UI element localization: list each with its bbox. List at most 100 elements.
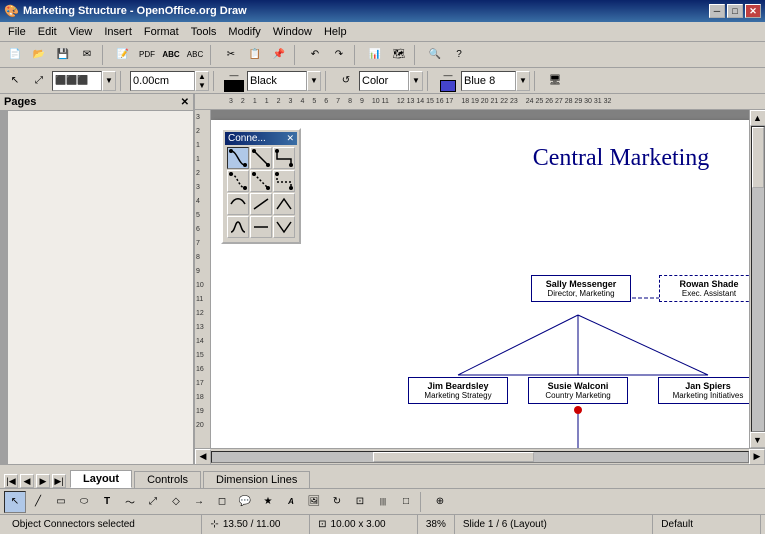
- vscroll-thumb[interactable]: [752, 127, 764, 188]
- save-button[interactable]: 💾: [52, 44, 74, 66]
- tab-dimension-lines[interactable]: Dimension Lines: [203, 471, 310, 488]
- pages-scrollbar[interactable]: [0, 111, 8, 464]
- line-color-value[interactable]: Blue 8: [461, 71, 516, 91]
- monitor-button[interactable]: 🖥: [544, 70, 566, 92]
- transform-button[interactable]: ⤢: [28, 70, 50, 92]
- line-tool-button[interactable]: ╱: [27, 491, 49, 513]
- shadow-button[interactable]: □: [395, 491, 417, 513]
- connector-btn-2[interactable]: [250, 147, 272, 169]
- canvas-scroll[interactable]: Conne... ✕: [211, 110, 749, 448]
- tab-next-button[interactable]: ▶: [36, 474, 50, 488]
- color-name-dropdown[interactable]: Black ▼: [247, 71, 321, 91]
- menu-item-insert[interactable]: Insert: [98, 24, 138, 40]
- new-button[interactable]: 📄: [4, 44, 26, 66]
- tab-order-arrow[interactable]: ▼: [102, 71, 116, 91]
- node-susie[interactable]: Susie Walconi Country Marketing: [528, 377, 628, 404]
- pages-close-button[interactable]: ✕: [181, 97, 189, 108]
- position-field[interactable]: 0.00cm ▲▼: [130, 71, 209, 91]
- select-tool-button[interactable]: ↖: [4, 491, 26, 513]
- menu-item-tools[interactable]: Tools: [185, 24, 223, 40]
- distribute-button[interactable]: |||: [372, 491, 394, 513]
- zoom-button[interactable]: 🔍: [424, 44, 446, 66]
- scroll-down-button[interactable]: ▼: [750, 432, 765, 448]
- color-name-value[interactable]: Black: [247, 71, 307, 91]
- tab-layout[interactable]: Layout: [70, 470, 132, 488]
- rect-tool-button[interactable]: ▭: [50, 491, 72, 513]
- close-button[interactable]: ✕: [745, 4, 761, 18]
- color-type-value[interactable]: Color: [359, 71, 409, 91]
- connector-tool-button[interactable]: ⤢: [142, 491, 164, 513]
- node-sally[interactable]: Sally Messenger Director, Marketing: [531, 275, 631, 302]
- vscroll-track[interactable]: [751, 126, 765, 432]
- connector-btn-9[interactable]: [273, 193, 295, 215]
- node-jan[interactable]: Jan Spiers Marketing Initiatives: [658, 377, 749, 404]
- navigator-button[interactable]: 🗺: [388, 44, 410, 66]
- email-button[interactable]: ✉: [76, 44, 98, 66]
- connector-btn-10[interactable]: [227, 216, 249, 238]
- scroll-up-button[interactable]: ▲: [750, 110, 765, 126]
- vertical-scrollbar[interactable]: ▲ ▼: [749, 110, 765, 448]
- rotate-button[interactable]: ↻: [326, 491, 348, 513]
- menu-item-window[interactable]: Window: [267, 24, 318, 40]
- tab-order-dropdown[interactable]: ⬛⬛⬛ ▼: [52, 71, 116, 91]
- hscroll-thumb[interactable]: [373, 452, 534, 462]
- color-name-arrow[interactable]: ▼: [307, 71, 321, 91]
- menu-item-view[interactable]: View: [63, 24, 99, 40]
- zoom-drawing-button[interactable]: ⊕: [429, 491, 451, 513]
- curve-tool-button[interactable]: 〜: [119, 491, 141, 513]
- paste-button[interactable]: 📌: [268, 44, 290, 66]
- tab-prev-button[interactable]: ◀: [20, 474, 34, 488]
- connector-btn-4[interactable]: [227, 170, 249, 192]
- fontwork-button[interactable]: A: [280, 491, 302, 513]
- menu-item-edit[interactable]: Edit: [32, 24, 63, 40]
- chart-button[interactable]: 📊: [364, 44, 386, 66]
- edit-file-button[interactable]: 📝: [112, 44, 134, 66]
- pdf-button[interactable]: PDF: [136, 44, 158, 66]
- tab-controls[interactable]: Controls: [134, 471, 201, 488]
- from-file-button[interactable]: 🖼: [303, 491, 325, 513]
- color-type-arrow[interactable]: ▼: [409, 71, 423, 91]
- menu-item-format[interactable]: Format: [138, 24, 185, 40]
- spellcheck2-button[interactable]: ABC: [184, 44, 206, 66]
- callout-button[interactable]: 💬: [234, 491, 256, 513]
- stars-button[interactable]: ★: [257, 491, 279, 513]
- open-button[interactable]: 📂: [28, 44, 50, 66]
- text-tool-button[interactable]: T: [96, 491, 118, 513]
- hscroll-track[interactable]: [211, 451, 749, 463]
- line-color-arrow[interactable]: ▼: [516, 71, 530, 91]
- menu-item-file[interactable]: File: [2, 24, 32, 40]
- undo-button[interactable]: ↶: [304, 44, 326, 66]
- position-value[interactable]: 0.00cm: [130, 71, 195, 91]
- connector-btn-7[interactable]: [227, 193, 249, 215]
- node-jim[interactable]: Jim Beardsley Marketing Strategy: [408, 377, 508, 404]
- cut-button[interactable]: ✂: [220, 44, 242, 66]
- connector-toolbar-title[interactable]: Conne... ✕: [225, 132, 297, 145]
- connector-btn-1[interactable]: [227, 147, 249, 169]
- scroll-left-button[interactable]: ◀: [195, 449, 211, 465]
- line-color-dropdown[interactable]: Blue 8 ▼: [461, 71, 530, 91]
- ellipse-tool-button[interactable]: ⬭: [73, 491, 95, 513]
- menu-item-help[interactable]: Help: [318, 24, 353, 40]
- menu-item-modify[interactable]: Modify: [222, 24, 266, 40]
- redo-button[interactable]: ↷: [328, 44, 350, 66]
- color-type-dropdown[interactable]: Color ▼: [359, 71, 423, 91]
- tab-first-button[interactable]: |◀: [4, 474, 18, 488]
- connector-btn-11[interactable]: [250, 216, 272, 238]
- tab-order-value[interactable]: ⬛⬛⬛: [52, 71, 102, 91]
- spellcheck1-button[interactable]: ABC: [160, 44, 182, 66]
- connector-btn-3[interactable]: [273, 147, 295, 169]
- maximize-button[interactable]: □: [727, 4, 743, 18]
- connector-btn-8[interactable]: [250, 193, 272, 215]
- line-style-btn[interactable]: —: [437, 70, 459, 92]
- line-color-swatch-btn[interactable]: —: [223, 70, 245, 92]
- connector-btn-6[interactable]: [273, 170, 295, 192]
- help-button[interactable]: ?: [448, 44, 470, 66]
- refresh-button[interactable]: ↺: [335, 70, 357, 92]
- minimize-button[interactable]: ─: [709, 4, 725, 18]
- connector-btn-5[interactable]: [250, 170, 272, 192]
- copy-button[interactable]: 📋: [244, 44, 266, 66]
- position-arrow[interactable]: ▲▼: [195, 71, 209, 91]
- connector-btn-12[interactable]: [273, 216, 295, 238]
- arrows-button[interactable]: →: [188, 491, 210, 513]
- connector-toolbar-close[interactable]: ✕: [286, 133, 294, 144]
